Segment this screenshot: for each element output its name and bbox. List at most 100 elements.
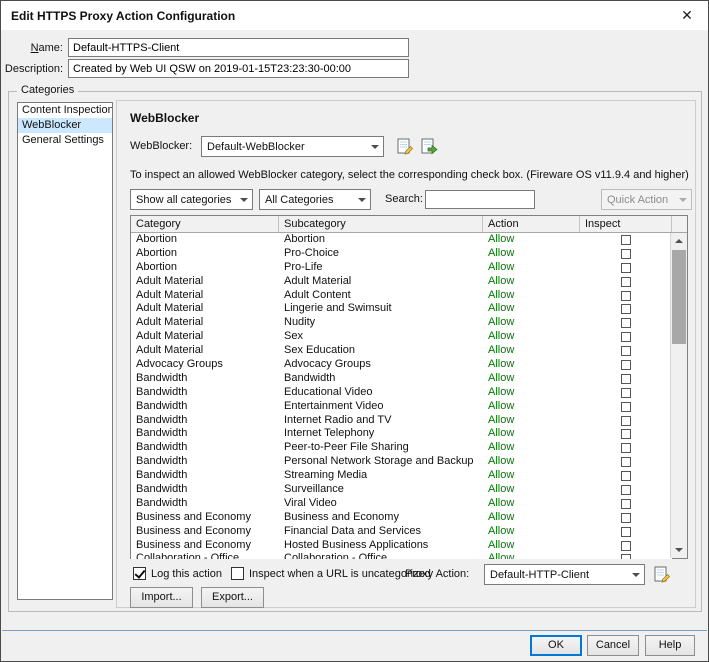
table-row[interactable]: Bandwidth Viral Video Allow	[131, 497, 672, 511]
action-cell: Allow	[488, 441, 515, 454]
inspect-cell	[580, 469, 672, 483]
close-icon[interactable]: ✕	[666, 1, 708, 30]
vertical-scrollbar[interactable]	[670, 233, 687, 558]
inspect-checkbox[interactable]	[621, 332, 631, 343]
category-cell: Bandwidth	[136, 483, 188, 496]
inspect-checkbox[interactable]	[621, 248, 631, 259]
table-row[interactable]: Abortion Abortion Allow	[131, 233, 672, 247]
description-input[interactable]	[68, 59, 409, 78]
proxy-action-combobox[interactable]: Default-HTTP-Client	[484, 564, 645, 585]
table-row[interactable]: Bandwidth Internet Telephony Allow	[131, 427, 672, 441]
inspect-checkbox[interactable]	[621, 512, 631, 523]
help-button[interactable]: Help	[645, 635, 695, 656]
table-row[interactable]: Adult Material Sex Allow	[131, 330, 672, 344]
action-cell: Allow	[488, 344, 515, 357]
inspect-checkbox[interactable]	[621, 234, 631, 245]
category-cell: Adult Material	[136, 344, 204, 357]
category-cell: Bandwidth	[136, 399, 188, 412]
inspect-checkbox[interactable]	[621, 373, 631, 384]
category-cell: Business and Economy	[136, 524, 251, 537]
search-input[interactable]	[425, 190, 535, 209]
chevron-down-icon	[366, 137, 383, 156]
category-cell: Bandwidth	[136, 371, 188, 384]
subcategory-cell: Adult Content	[284, 288, 351, 301]
table-row[interactable]: Adult Material Adult Content Allow	[131, 289, 672, 303]
inspect-checkbox[interactable]	[621, 304, 631, 315]
action-cell: Allow	[488, 455, 515, 468]
subcategory-cell: Educational Video	[284, 385, 373, 398]
table-row[interactable]: Bandwidth Peer-to-Peer File Sharing Allo…	[131, 441, 672, 455]
webblocker-profile-combobox[interactable]: Default-WebBlocker	[201, 136, 384, 157]
table-row[interactable]: Business and Economy Business and Econom…	[131, 511, 672, 525]
subcategory-cell: Hosted Business Applications	[284, 538, 429, 551]
inspect-checkbox[interactable]	[621, 484, 631, 495]
table-row[interactable]: Bandwidth Internet Radio and TV Allow	[131, 414, 672, 428]
table-row[interactable]: Bandwidth Entertainment Video Allow	[131, 400, 672, 414]
subcategory-cell: Sex Education	[284, 344, 355, 357]
table-row[interactable]: Abortion Pro-Choice Allow	[131, 247, 672, 261]
scrollbar-thumb[interactable]	[672, 250, 686, 344]
inspect-checkbox[interactable]	[621, 526, 631, 537]
inspect-checkbox[interactable]	[621, 346, 631, 357]
table-row[interactable]: Adult Material Lingerie and Swimsuit All…	[131, 302, 672, 316]
column-header-subcategory: Subcategory	[279, 216, 483, 232]
category-cell: Bandwidth	[136, 441, 188, 454]
webblocker-panel: WebBlocker WebBlocker: Default-WebBlocke…	[116, 100, 696, 608]
table-row[interactable]: Collaboration - Office Collaboration - O…	[131, 552, 672, 559]
inspect-checkbox[interactable]	[621, 290, 631, 301]
inspect-cell	[580, 330, 672, 344]
inspect-checkbox[interactable]	[621, 471, 631, 482]
view-webblocker-button[interactable]	[418, 136, 440, 157]
scroll-up-icon[interactable]	[671, 233, 687, 249]
table-row[interactable]: Adult Material Nudity Allow	[131, 316, 672, 330]
column-header-filler	[672, 216, 687, 232]
proxy-action-label: Proxy Action:	[405, 568, 470, 580]
import-button[interactable]: Import...	[130, 587, 193, 608]
inspect-checkbox[interactable]	[621, 318, 631, 329]
category-list-item[interactable]: General Settings	[18, 133, 112, 148]
table-row[interactable]: Bandwidth Educational Video Allow	[131, 386, 672, 400]
inspect-uncategorized-checkbox[interactable]	[231, 567, 244, 580]
table-row[interactable]: Business and Economy Hosted Business App…	[131, 539, 672, 553]
inspect-checkbox[interactable]	[621, 540, 631, 551]
inspect-checkbox[interactable]	[621, 276, 631, 287]
table-row[interactable]: Bandwidth Streaming Media Allow	[131, 469, 672, 483]
subcategory-filter-combobox[interactable]: All Categories	[259, 189, 371, 210]
table-row[interactable]: Abortion Pro-Life Allow	[131, 261, 672, 275]
inspect-checkbox[interactable]	[621, 498, 631, 509]
name-input[interactable]	[68, 38, 409, 57]
inspect-checkbox[interactable]	[621, 457, 631, 468]
category-filter-combobox[interactable]: Show all categories	[130, 189, 253, 210]
inspect-checkbox[interactable]	[621, 387, 631, 398]
export-button[interactable]: Export...	[201, 587, 264, 608]
table-row[interactable]: Bandwidth Surveillance Allow	[131, 483, 672, 497]
table-row[interactable]: Advocacy Groups Advocacy Groups Allow	[131, 358, 672, 372]
quick-action-combobox[interactable]: Quick Action	[601, 189, 692, 210]
table-row[interactable]: Adult Material Adult Material Allow	[131, 275, 672, 289]
table-row[interactable]: Business and Economy Financial Data and …	[131, 525, 672, 539]
edit-https-proxy-action-dialog: Edit HTTPS Proxy Action Configuration ✕ …	[0, 0, 709, 662]
category-list-item[interactable]: WebBlocker	[18, 118, 112, 133]
inspect-checkbox[interactable]	[621, 359, 631, 370]
table-row[interactable]: Adult Material Sex Education Allow	[131, 344, 672, 358]
search-label: Search:	[385, 193, 423, 205]
edit-page-icon	[397, 138, 413, 154]
subcategory-cell: Collaboration - Office	[284, 552, 388, 559]
inspect-checkbox[interactable]	[621, 554, 631, 559]
inspect-cell	[580, 275, 672, 289]
scroll-down-icon[interactable]	[671, 542, 687, 558]
inspect-checkbox[interactable]	[621, 262, 631, 273]
table-row[interactable]: Bandwidth Bandwidth Allow	[131, 372, 672, 386]
log-this-action-checkbox[interactable]	[133, 567, 146, 580]
table-row[interactable]: Bandwidth Personal Network Storage and B…	[131, 455, 672, 469]
cancel-button[interactable]: Cancel	[587, 635, 639, 656]
ok-button[interactable]: OK	[530, 635, 582, 656]
inspect-checkbox[interactable]	[621, 415, 631, 426]
inspect-checkbox[interactable]	[621, 401, 631, 412]
inspect-checkbox[interactable]	[621, 443, 631, 454]
edit-proxy-action-button[interactable]	[651, 564, 673, 585]
category-list-item[interactable]: Content Inspection	[18, 103, 112, 118]
categories-groupbox: Categories Content Inspection WebBlocker…	[8, 84, 702, 612]
edit-webblocker-button[interactable]	[394, 136, 416, 157]
inspect-checkbox[interactable]	[621, 429, 631, 440]
